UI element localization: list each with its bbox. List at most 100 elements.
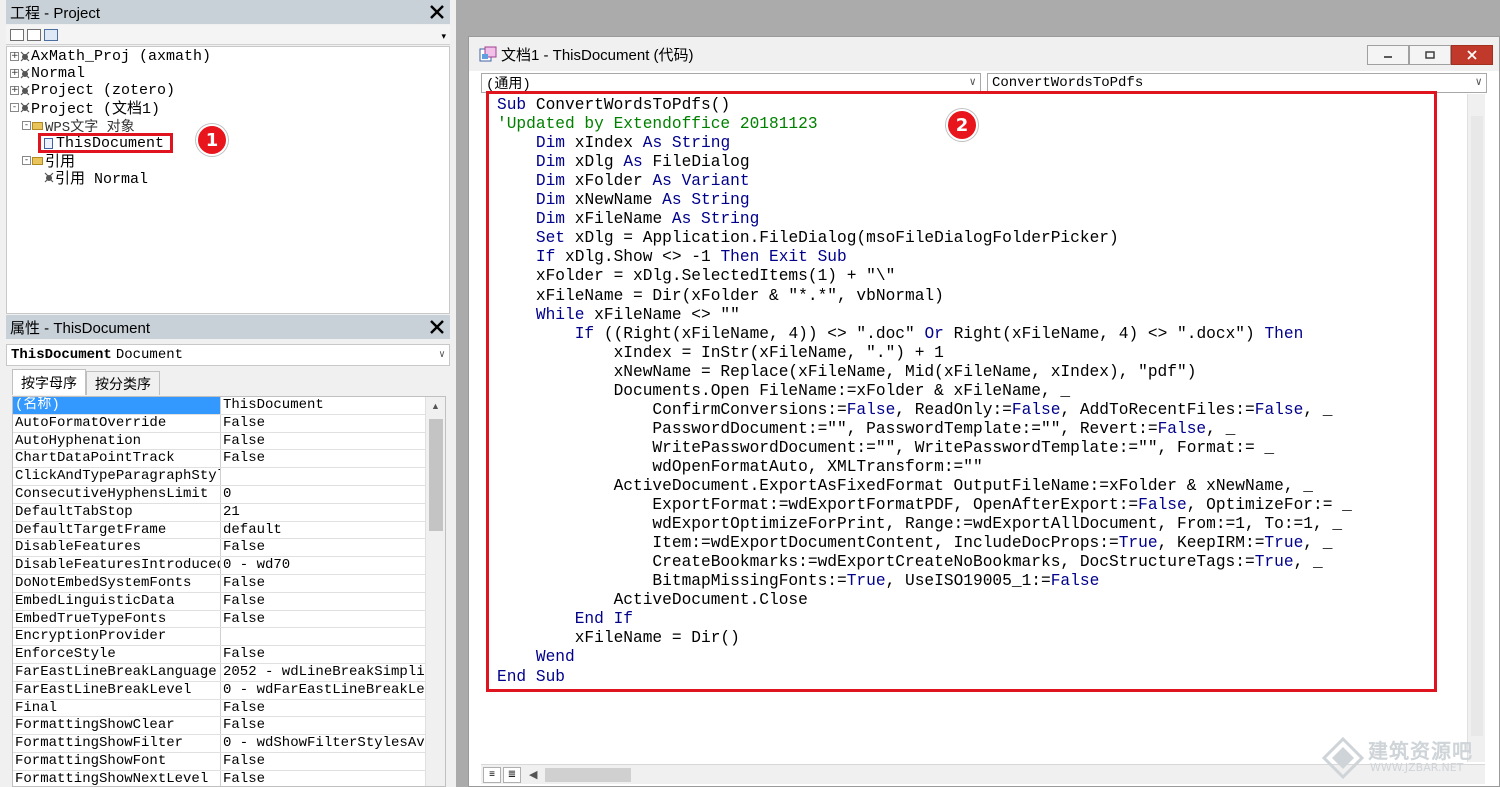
tree-expander-icon[interactable]: - — [22, 121, 31, 130]
tree-expander-icon[interactable]: - — [10, 103, 19, 112]
property-value[interactable]: False — [221, 646, 425, 663]
property-row[interactable]: DisableFeaturesIntroducedAfter0 - wd70 — [13, 557, 425, 575]
property-row[interactable]: FarEastLineBreakLevel 0 - wdFarEastLineBr… — [13, 681, 425, 700]
property-row[interactable]: (名称) ThisDocument — [13, 397, 425, 415]
tree-item-axmath[interactable]: + AxMath_Proj (axmath) — [10, 48, 211, 65]
tab-categorized[interactable]: 按分类序 — [86, 371, 160, 395]
object-combo[interactable]: (通用) ∨ — [481, 73, 981, 93]
chevron-down-icon[interactable]: ∨ — [969, 75, 976, 89]
code-editor[interactable]: Sub ConvertWordsToPdfs() 'Updated by Exte… — [481, 94, 1485, 762]
property-name: AutoFormatOverride — [13, 414, 221, 432]
property-value[interactable]: False — [221, 753, 425, 770]
code-line: xIndex = InStr(xFileName, ".") + 1 — [497, 344, 944, 363]
maximize-button[interactable] — [1409, 45, 1451, 65]
property-row[interactable]: AutoHyphenation False — [13, 432, 425, 451]
property-value[interactable]: 0 - wd70 — [221, 557, 425, 574]
code-line: xFileName = Dir() — [497, 629, 740, 648]
code-line: CreateBookmarks:=wdExportCreateNoBookmar… — [497, 553, 1322, 572]
project-panel-close-button[interactable] — [426, 1, 448, 23]
procedure-combo[interactable]: ConvertWordsToPdfs ∨ — [987, 73, 1487, 93]
code-scroll-thumb[interactable] — [1471, 116, 1483, 736]
property-row[interactable]: EnforceStyle False — [13, 646, 425, 664]
code-keyword: Dim — [535, 153, 566, 172]
property-value[interactable] — [221, 628, 425, 645]
property-value[interactable]: False — [221, 575, 425, 592]
procedure-view-button[interactable]: ≡ — [483, 766, 501, 783]
code-keyword: Or — [924, 324, 944, 343]
tree-expander-icon[interactable]: + — [10, 52, 19, 61]
property-value[interactable]: 0 - wdFarEastLineBreakLevelNormal — [221, 682, 425, 699]
property-row[interactable]: DefaultTargetFrame default — [13, 521, 425, 540]
tree-item-wps-objects[interactable]: - WPS文字 对象 — [22, 117, 135, 136]
property-value[interactable]: 0 - wdShowFilterStylesAvailable — [221, 735, 425, 752]
properties-object-select[interactable]: ThisDocument Document ∨ — [6, 344, 450, 366]
code-window-titlebar: 文档1 - ThisDocument (代码) — [469, 37, 1499, 71]
properties-panel-close-button[interactable] — [426, 316, 448, 338]
tree-expander-icon[interactable]: + — [10, 69, 19, 78]
chevron-down-icon[interactable]: ∨ — [439, 349, 445, 361]
property-value[interactable]: 0 — [221, 486, 425, 503]
chevron-down-icon[interactable]: ∨ — [1475, 75, 1482, 89]
property-row[interactable]: AutoFormatOverride False — [13, 414, 425, 433]
property-row[interactable]: DoNotEmbedSystemFonts False — [13, 575, 425, 593]
property-row[interactable]: EmbedTrueTypeFonts False — [13, 610, 425, 629]
scroll-up-icon[interactable]: ▲ — [431, 401, 440, 411]
tree-item-reference-normal[interactable]: 引用 Normal — [44, 169, 148, 188]
property-value[interactable] — [221, 468, 425, 485]
property-value[interactable]: False — [221, 593, 425, 610]
view-object-button[interactable] — [27, 28, 41, 41]
properties-scrollbar[interactable]: ▲ — [425, 397, 445, 786]
code-text: xDlg = Application.FileDialog(msoFileDia… — [565, 229, 1119, 248]
code-horizontal-scroll-thumb[interactable] — [545, 767, 632, 782]
code-text: xFileName — [565, 210, 672, 229]
property-row[interactable]: DisableFeatures False — [13, 539, 425, 558]
property-value[interactable]: False — [221, 611, 425, 628]
code-line: ActiveDocument.Close — [497, 591, 808, 610]
property-value[interactable]: False — [221, 700, 425, 717]
property-row[interactable]: FormattingShowFilter 0 - wdShowFilterStyl… — [13, 735, 425, 753]
tab-alphabetic[interactable]: 按字母序 — [12, 369, 86, 395]
property-row[interactable]: ChartDataPointTrack False — [13, 450, 425, 469]
property-name: FarEastLineBreakLevel — [13, 681, 221, 699]
code-text: xDlg — [565, 153, 624, 172]
toolbar-dropdown-icon[interactable]: ▾ — [441, 31, 446, 42]
property-value[interactable]: False — [221, 717, 425, 734]
code-text: , ReadOnly:= — [895, 400, 1012, 419]
tree-expander-icon[interactable]: + — [10, 86, 19, 95]
property-value[interactable]: False — [221, 539, 425, 556]
property-value[interactable]: False — [221, 433, 425, 450]
scroll-left-icon[interactable]: ◀ — [529, 768, 537, 781]
property-row[interactable]: EmbedLinguisticData False — [13, 592, 425, 611]
code-vertical-scrollbar[interactable] — [1467, 94, 1485, 762]
property-value[interactable]: False — [221, 450, 425, 467]
toggle-folders-button[interactable] — [44, 28, 58, 41]
property-value[interactable]: ThisDocument — [221, 397, 425, 414]
property-row[interactable]: ConsecutiveHyphensLimit 0 — [13, 486, 425, 504]
close-window-button[interactable] — [1451, 45, 1493, 65]
full-module-view-button[interactable]: ≣ — [503, 766, 521, 783]
property-value[interactable]: default — [221, 522, 425, 539]
properties-scroll-thumb[interactable] — [429, 419, 443, 531]
property-value[interactable]: 2052 - wdLineBreakSimplified — [221, 664, 425, 681]
tree-item-document1[interactable]: - Project (文档1) — [10, 99, 160, 118]
property-value[interactable]: False — [221, 771, 425, 786]
property-row[interactable]: FormattingShowNextLevel False — [13, 770, 425, 786]
close-icon — [1467, 50, 1477, 60]
property-row[interactable]: DefaultTabStop 21 — [13, 503, 425, 522]
tree-item-normal[interactable]: + Normal — [10, 65, 85, 82]
property-row[interactable]: EncryptionProvider — [13, 628, 425, 647]
view-code-button[interactable] — [10, 28, 24, 41]
property-row[interactable]: FormattingShowClear False — [13, 717, 425, 736]
minimize-button[interactable] — [1367, 45, 1409, 65]
tree-expander-icon[interactable]: - — [22, 156, 31, 165]
property-row[interactable]: FormattingShowFont False — [13, 753, 425, 771]
property-row[interactable]: Final False — [13, 699, 425, 718]
property-row[interactable]: ClickAndTypeParagraphStyle — [13, 468, 425, 486]
property-name: EnforceStyle — [13, 646, 221, 663]
property-value[interactable]: False — [221, 415, 425, 432]
property-value[interactable]: 21 — [221, 504, 425, 521]
property-row[interactable]: FarEastLineBreakLanguage 2052 - wdLineBre… — [13, 664, 425, 682]
